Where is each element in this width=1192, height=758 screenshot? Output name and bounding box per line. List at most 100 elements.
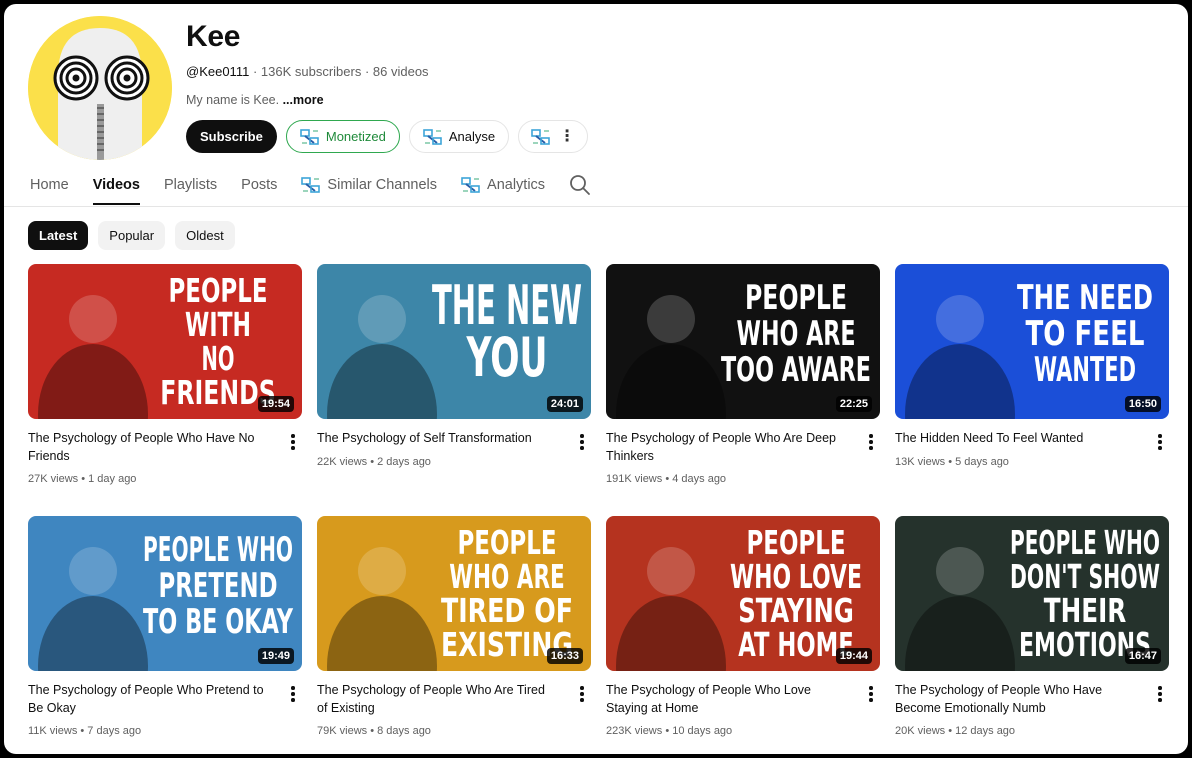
- video-title[interactable]: The Psychology of People Who Have Become…: [895, 681, 1135, 717]
- video-age: 7 days ago: [87, 725, 142, 737]
- extension-logo-icon: [300, 128, 319, 145]
- video-card[interactable]: THE NEED TO FEEL WANTED 16:50 The Hidden N…: [895, 264, 1169, 516]
- video-meta: 13K views • 5 days ago: [895, 456, 1009, 468]
- video-thumbnail[interactable]: PEOPLE WHO LOVE STAYING AT HOME 19:44: [606, 516, 880, 671]
- video-menu-icon[interactable]: [1153, 432, 1167, 452]
- video-title[interactable]: The Psychology of People Who Have No Fri…: [28, 429, 268, 465]
- video-title[interactable]: The Psychology of People Who Are Deep Th…: [606, 429, 846, 465]
- thumbnail-text-line: WHO ARE: [737, 314, 856, 354]
- more-link[interactable]: ...more: [283, 93, 324, 107]
- video-duration: 24:01: [546, 396, 583, 412]
- tab-label: Posts: [241, 177, 278, 193]
- video-views: 20K views: [895, 725, 946, 737]
- video-card[interactable]: PEOPLE WHO ARE TOO AWARE 22:25 The Psychol…: [606, 264, 880, 516]
- video-duration: 19:44: [835, 648, 872, 664]
- thumbnail-text-line: TOO AWARE: [721, 350, 871, 390]
- tab-playlists[interactable]: Playlists: [164, 170, 217, 200]
- tab-label: Playlists: [163, 177, 218, 193]
- extension-logo-icon: [461, 177, 480, 193]
- video-grid: PEOPLE WITH NO FRIENDS 19:54 The Psychology…: [28, 264, 1170, 754]
- subscriber-count: 136K subscribers: [260, 64, 362, 79]
- tab-label: Similar Channels: [327, 177, 438, 193]
- monetized-button[interactable]: Monetized: [285, 120, 400, 153]
- video-meta: 20K views • 12 days ago: [895, 725, 1016, 737]
- video-title[interactable]: The Psychology of People Who Pretend to …: [28, 681, 268, 717]
- channel-page: Kee @Kee0111 · 136K subscribers · 86 vid…: [4, 4, 1188, 754]
- video-menu-icon[interactable]: [575, 684, 589, 704]
- video-thumbnail[interactable]: PEOPLE WHO PRETEND TO BE OKAY 19:49: [28, 516, 302, 671]
- video-thumbnail[interactable]: PEOPLE WHO ARE TIRED OF EXISTING 16:33: [317, 516, 591, 671]
- video-duration: 22:25: [835, 396, 872, 412]
- video-menu-icon[interactable]: [1153, 684, 1167, 704]
- tab-videos[interactable]: Videos: [92, 170, 141, 205]
- meta-separator: ·: [249, 64, 261, 79]
- thumbnail-text-line: TO FEEL: [1026, 314, 1145, 354]
- video-menu-icon[interactable]: [286, 684, 300, 704]
- video-duration: 16:50: [1124, 396, 1161, 412]
- video-age: 2 days ago: [377, 456, 431, 468]
- video-meta: 191K views • 4 days ago: [606, 473, 727, 485]
- thumbnail-text-line: PRETEND: [159, 566, 278, 606]
- video-views: 13K views: [895, 456, 946, 468]
- video-duration: 16:47: [1124, 648, 1161, 664]
- tabs-divider: [4, 206, 1188, 207]
- video-age: 8 days ago: [377, 725, 431, 737]
- video-card[interactable]: PEOPLE WHO ARE TIRED OF EXISTING 16:33 The …: [317, 516, 591, 754]
- video-meta: 11K views • 7 days ago: [28, 725, 142, 737]
- extension-more-button[interactable]: ⋮: [518, 120, 589, 153]
- extension-logo-icon: [531, 128, 550, 145]
- analyse-label: Analyse: [448, 129, 496, 144]
- tab-similar-channels[interactable]: Similar Channels: [301, 170, 437, 200]
- video-menu-icon[interactable]: [864, 684, 878, 704]
- video-age: 1 day ago: [88, 473, 137, 485]
- more-vert-icon: ⋮: [559, 127, 576, 145]
- extension-logo-icon: [301, 177, 321, 193]
- video-card[interactable]: PEOPLE WITH NO FRIENDS 19:54 The Psychology…: [28, 264, 302, 516]
- video-card[interactable]: THE NEW YOU 24:01 The Psychology of Self …: [317, 264, 591, 516]
- video-title[interactable]: The Psychology of People Who Are Tired o…: [317, 681, 557, 717]
- analyse-button[interactable]: Analyse: [408, 120, 510, 153]
- channel-description[interactable]: My name is Kee. ...more: [186, 93, 324, 107]
- video-thumbnail[interactable]: THE NEED TO FEEL WANTED 16:50: [895, 264, 1169, 419]
- video-count: 86 videos: [372, 64, 429, 79]
- video-card[interactable]: PEOPLE WHO PRETEND TO BE OKAY 19:49 The Ps…: [28, 516, 302, 754]
- channel-tabs: Home Videos Playlists Posts Similar Chan…: [30, 170, 591, 208]
- tab-label: Home: [30, 177, 69, 193]
- tab-posts[interactable]: Posts: [241, 170, 277, 200]
- channel-handle: @Kee0111: [186, 64, 250, 79]
- channel-avatar[interactable]: [28, 16, 172, 160]
- search-icon[interactable]: [569, 174, 591, 196]
- video-title[interactable]: The Hidden Need To Feel Wanted: [895, 429, 1135, 447]
- channel-meta: @Kee0111 · 136K subscribers · 86 videos: [186, 64, 429, 79]
- video-menu-icon[interactable]: [864, 432, 878, 452]
- video-menu-icon[interactable]: [286, 432, 300, 452]
- video-duration: 19:49: [257, 648, 294, 664]
- video-views: 22K views: [317, 456, 368, 468]
- description-text: My name is Kee.: [186, 93, 283, 107]
- meta-separator: ·: [361, 64, 373, 79]
- video-duration: 19:54: [257, 396, 294, 412]
- video-thumbnail[interactable]: THE NEW YOU 24:01: [317, 264, 591, 419]
- video-card[interactable]: PEOPLE WHO LOVE STAYING AT HOME 19:44 The P…: [606, 516, 880, 754]
- extension-logo-icon: [423, 128, 442, 145]
- video-title[interactable]: The Psychology of People Who Love Stayin…: [606, 681, 846, 717]
- chip-latest[interactable]: Latest: [28, 221, 89, 250]
- video-duration: 16:33: [546, 648, 583, 664]
- video-menu-icon[interactable]: [575, 432, 589, 452]
- video-thumbnail[interactable]: PEOPLE WHO ARE TOO AWARE 22:25: [606, 264, 880, 419]
- video-meta: 27K views • 1 day ago: [28, 473, 137, 485]
- chip-popular[interactable]: Popular: [98, 221, 166, 250]
- video-thumbnail[interactable]: PEOPLE WITH NO FRIENDS 19:54: [28, 264, 302, 419]
- tab-home[interactable]: Home: [30, 170, 69, 200]
- video-meta: 22K views • 2 days ago: [317, 456, 431, 468]
- chip-oldest[interactable]: Oldest: [175, 221, 235, 250]
- video-title[interactable]: The Psychology of Self Transformation: [317, 429, 557, 447]
- video-age: 12 days ago: [955, 725, 1016, 737]
- video-age: 4 days ago: [672, 473, 727, 485]
- subscribe-button[interactable]: Subscribe: [186, 120, 277, 153]
- video-card[interactable]: PEOPLE WHO DON'T SHOW THEIR EMOTIONS 16:47 …: [895, 516, 1169, 754]
- video-thumbnail[interactable]: PEOPLE WHO DON'T SHOW THEIR EMOTIONS 16:47: [895, 516, 1169, 671]
- video-views: 223K views: [606, 725, 663, 737]
- tab-analytics[interactable]: Analytics: [461, 170, 545, 200]
- thumbnail-text-line: THE NEED: [1017, 278, 1153, 318]
